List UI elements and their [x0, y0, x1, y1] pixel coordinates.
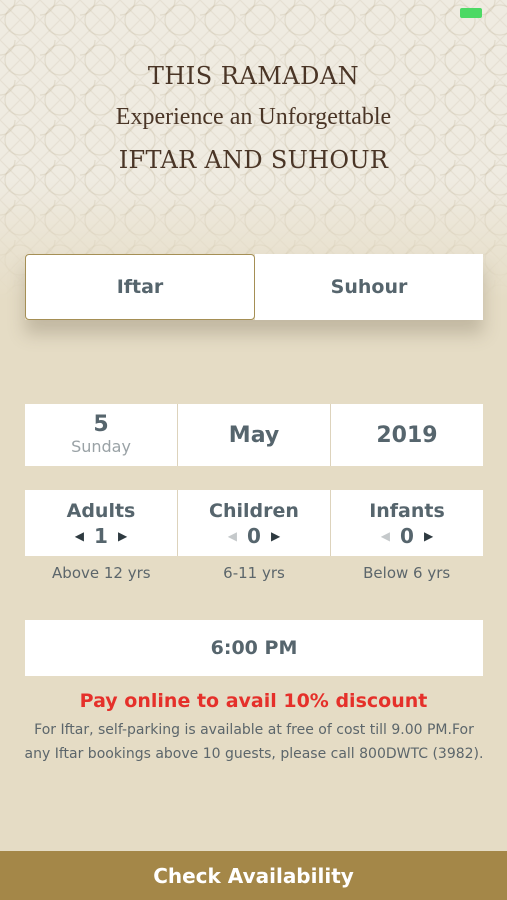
tab-suhour[interactable]: Suhour	[255, 254, 483, 320]
adults-increment-icon[interactable]: ▶	[118, 526, 127, 546]
check-availability-button[interactable]: Check Availability	[0, 851, 507, 900]
adults-age-note: Above 12 yrs	[52, 564, 151, 582]
children-age-note: 6-11 yrs	[223, 564, 285, 582]
adults-count: 1	[94, 524, 108, 548]
children-count: 0	[247, 524, 261, 548]
infants-decrement-icon[interactable]: ◀	[381, 526, 390, 546]
children-increment-icon[interactable]: ▶	[271, 526, 280, 546]
infants-increment-icon[interactable]: ▶	[424, 526, 433, 546]
infants-count: 0	[400, 524, 414, 548]
headline-line-3: IFTAR AND SUHOUR	[118, 146, 389, 174]
meal-tabs: Iftar Suhour	[25, 254, 483, 320]
day-picker[interactable]: 5 Sunday	[25, 404, 178, 466]
time-picker[interactable]: 6:00 PM	[25, 620, 483, 676]
promo-text: Pay online to avail 10% discount	[79, 690, 428, 712]
age-notes: Above 12 yrs 6-11 yrs Below 6 yrs	[25, 564, 483, 582]
children-stepper: Children ◀ 0 ▶	[178, 490, 331, 556]
date-selector: 5 Sunday May 2019	[25, 404, 483, 466]
year-value: 2019	[376, 422, 438, 448]
day-name: Sunday	[71, 437, 131, 456]
guest-selector: Adults ◀ 1 ▶ Children ◀ 0 ▶ Infants ◀ 0 …	[25, 490, 483, 556]
infants-label: Infants	[369, 500, 445, 522]
children-decrement-icon[interactable]: ◀	[228, 526, 237, 546]
day-number: 5	[93, 412, 109, 437]
infants-age-note: Below 6 yrs	[363, 564, 451, 582]
headline-line-1: THIS RAMADAN	[147, 62, 360, 90]
headline-line-2: Experience an Unforgettable	[115, 104, 392, 130]
month-value: May	[228, 422, 280, 448]
month-picker[interactable]: May	[178, 404, 331, 466]
tab-iftar[interactable]: Iftar	[25, 254, 255, 320]
adults-stepper: Adults ◀ 1 ▶	[25, 490, 178, 556]
parking-note: For Iftar, self-parking is available at …	[24, 722, 484, 762]
battery-icon	[460, 8, 482, 18]
adults-label: Adults	[66, 500, 136, 522]
infants-stepper: Infants ◀ 0 ▶	[331, 490, 483, 556]
year-picker[interactable]: 2019	[331, 404, 483, 466]
adults-decrement-icon[interactable]: ◀	[75, 526, 84, 546]
children-label: Children	[209, 500, 299, 522]
